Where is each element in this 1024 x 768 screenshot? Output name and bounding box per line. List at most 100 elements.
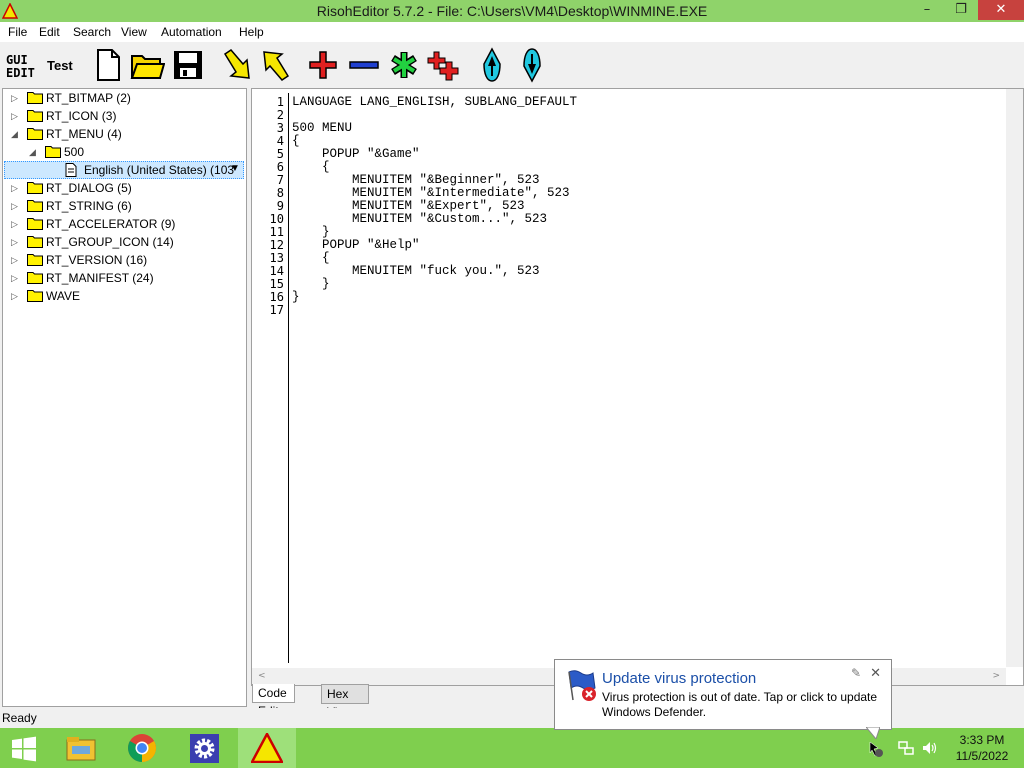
code-line[interactable]: LANGUAGE LANG_ENGLISH, SUBLANG_DEFAULT [292, 96, 577, 109]
expand-arrow-icon[interactable]: ▷ [11, 201, 21, 212]
tree-item[interactable]: ▷ RT_STRING (6) [11, 198, 241, 215]
collapse-arrow-icon[interactable]: ◢ [11, 129, 21, 140]
defender-warning-icon [568, 670, 596, 701]
asterisk-icon[interactable] [386, 46, 422, 84]
tab-code-editor[interactable]: Code Editor [252, 684, 296, 718]
clock-time: 3:33 PM [959, 733, 1005, 747]
tree-item[interactable]: ◢ 500 [29, 144, 229, 161]
expand-arrow-icon[interactable]: ▷ [11, 183, 21, 194]
tree-item[interactable]: ▷ RT_MANIFEST (24) [11, 270, 241, 287]
menu-help[interactable]: Help [239, 25, 264, 39]
folder-icon [27, 200, 43, 212]
folder-icon [27, 236, 43, 248]
test-button[interactable]: Test [44, 46, 80, 84]
gui-edit-button[interactable]: GUI EDIT [3, 46, 39, 84]
clock[interactable]: 3:33 PM 11/5/2022 [950, 732, 1014, 764]
move-up-icon[interactable] [474, 46, 510, 84]
maximize-button[interactable]: ❐ [944, 0, 978, 20]
new-file-icon[interactable] [90, 46, 126, 84]
code-line[interactable]: MENUITEM "&Custom...", 523 [292, 213, 547, 226]
menu-view[interactable]: View [121, 25, 147, 39]
tree-item[interactable]: ◢ RT_MENU (4) [11, 126, 241, 143]
expand-arrow-icon[interactable]: ▷ [11, 291, 21, 302]
code-line[interactable]: } [292, 291, 300, 304]
dropdown-arrow-icon[interactable]: ▼ [230, 163, 240, 174]
test-label: Test [47, 58, 73, 73]
resource-tree[interactable]: ▷ RT_BITMAP (2) ▷ RT_ICON (3) ◢ RT_MENU … [2, 88, 247, 707]
code-editor[interactable]: 1 2 3 4 5 6 7 8 9 10 11 12 13 14 15 16 1… [251, 88, 1024, 686]
add-multiple-icon[interactable] [426, 46, 462, 84]
clock-date: 11/5/2022 [955, 749, 1009, 763]
line-number-gutter: 1 2 3 4 5 6 7 8 9 10 11 12 13 14 15 16 1… [256, 93, 289, 663]
chrome-task[interactable] [114, 728, 172, 768]
folder-icon [27, 272, 43, 284]
expand-arrow-icon[interactable]: ▷ [11, 219, 21, 230]
tree-item-label: RT_MENU (4) [46, 127, 122, 141]
notification-toast[interactable]: Update virus protection Virus protection… [554, 659, 892, 730]
code-line[interactable]: 500 MENU [292, 122, 352, 135]
start-windows-icon[interactable] [11, 736, 37, 762]
expand-arrow-icon[interactable]: ▷ [11, 255, 21, 266]
tree-item[interactable]: ▷ RT_DIALOG (5) [11, 180, 241, 197]
chrome-icon [128, 734, 156, 762]
scroll-left-icon[interactable]: < [258, 671, 266, 681]
tree-item[interactable]: ▷ RT_GROUP_ICON (14) [11, 234, 241, 251]
folder-icon [27, 92, 43, 104]
add-icon[interactable] [305, 46, 341, 84]
expand-arrow-icon[interactable]: ▷ [11, 237, 21, 248]
tree-item[interactable]: ▷ RT_ACCELERATOR (9) [11, 216, 241, 233]
move-down-icon[interactable] [514, 46, 550, 84]
tree-item-label: RT_STRING (6) [46, 199, 132, 213]
toast-pointer [866, 727, 880, 739]
file-explorer-task[interactable] [52, 728, 110, 768]
folder-icon [27, 182, 43, 194]
arrow-up-left-icon[interactable] [258, 46, 294, 84]
tree-item-label: English (United States) (103 [84, 163, 235, 177]
tree-item-label: RT_BITMAP (2) [46, 91, 131, 105]
folder-icon [45, 146, 61, 158]
tree-item-label: RT_MANIFEST (24) [46, 271, 154, 285]
line-number: 17 [269, 303, 284, 317]
open-folder-icon[interactable] [129, 46, 165, 84]
network-icon[interactable] [898, 741, 914, 755]
folder-icon [27, 254, 43, 266]
vertical-scrollbar[interactable] [1006, 89, 1023, 667]
expand-arrow-icon[interactable]: ▷ [11, 273, 21, 284]
defender-tray-icon[interactable] [868, 740, 884, 758]
menu-search[interactable]: Search [73, 25, 111, 39]
tree-item-label: WAVE [46, 289, 81, 303]
tree-item-label: RT_ICON (3) [46, 109, 117, 123]
close-icon[interactable]: ✕ [870, 666, 881, 681]
window-title: RisohEditor 5.7.2 - File: C:\Users\VM4\D… [316, 3, 708, 19]
tree-item[interactable]: ▷ RT_ICON (3) [11, 108, 241, 125]
folder-icon [27, 128, 43, 140]
scroll-right-icon[interactable]: > [992, 671, 1000, 681]
menu-file[interactable]: File [8, 25, 27, 39]
expand-arrow-icon[interactable]: ▷ [11, 111, 21, 122]
volume-icon[interactable] [922, 741, 938, 755]
tree-item-selected[interactable]: English (United States) (103 ▼ [4, 161, 244, 179]
tab-hex-viewer[interactable]: Hex Viewer [321, 684, 370, 719]
folder-icon [27, 290, 43, 302]
tree-item-label: RT_DIALOG (5) [46, 181, 132, 195]
status-text: Ready [2, 711, 37, 725]
delete-icon[interactable] [346, 46, 382, 84]
risoheditor-task[interactable] [238, 728, 296, 768]
close-button[interactable]: ✕ [978, 0, 1024, 20]
expand-arrow-icon[interactable]: ▷ [11, 93, 21, 104]
settings-wrench-icon[interactable]: ✎ [851, 666, 861, 680]
arrow-down-right-icon[interactable] [219, 46, 255, 84]
tree-item[interactable]: ▷ WAVE [11, 288, 241, 305]
gui-edit-label-2: EDIT [6, 66, 35, 80]
menu-automation[interactable]: Automation [161, 25, 222, 39]
minimize-button[interactable]: – [912, 0, 942, 20]
tree-item-label: 500 [64, 145, 85, 159]
tree-item[interactable]: ▷ RT_BITMAP (2) [11, 90, 241, 107]
tree-item[interactable]: ▷ RT_VERSION (16) [11, 252, 241, 269]
tree-item-label: RT_GROUP_ICON (14) [46, 235, 174, 249]
save-icon[interactable] [170, 46, 206, 84]
collapse-arrow-icon[interactable]: ◢ [29, 147, 39, 158]
menu-edit[interactable]: Edit [39, 25, 60, 39]
risoheditor-icon [251, 733, 283, 763]
settings-task[interactable] [176, 728, 234, 768]
